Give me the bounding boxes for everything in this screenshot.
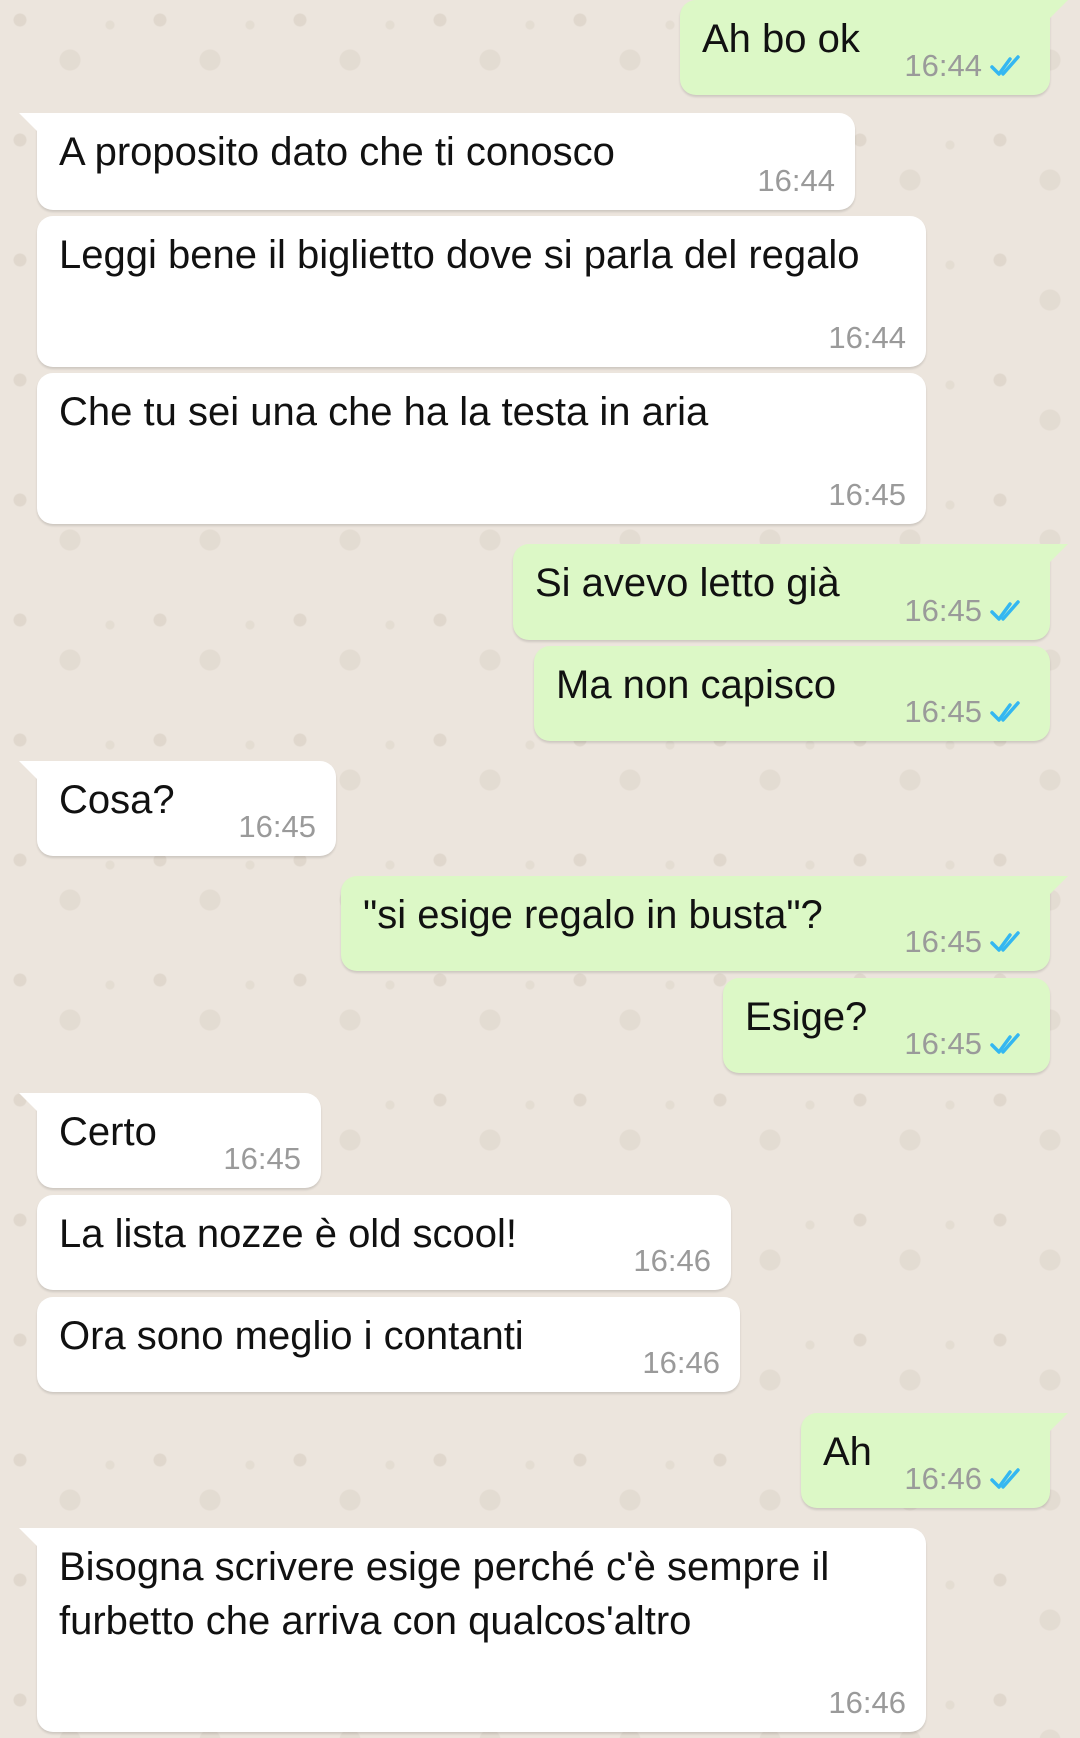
message-bubble-outgoing[interactable]: "si esige regalo in busta"? 16:45	[341, 876, 1068, 971]
message-bubble-incoming[interactable]: Certo 16:45	[19, 1093, 321, 1188]
message-time: 16:46	[633, 1243, 711, 1278]
message-time: 16:46	[904, 1461, 982, 1496]
message-text: Che tu sei una che ha la testa in aria	[59, 390, 709, 434]
message-bubble-outgoing[interactable]: Ah 16:46	[801, 1413, 1068, 1508]
message-time: 16:45	[828, 477, 906, 512]
read-ticks-icon	[990, 600, 1020, 621]
message-bubble-incoming[interactable]: Ora sono meglio i contanti 16:46	[37, 1297, 740, 1392]
read-ticks-icon	[990, 701, 1020, 722]
message-time: 16:45	[904, 694, 982, 729]
read-ticks-icon	[990, 1468, 1020, 1489]
message-time: 16:45	[238, 809, 316, 844]
message-time: 16:44	[757, 163, 835, 198]
message-bubble-incoming[interactable]: Che tu sei una che ha la testa in aria 1…	[37, 373, 926, 524]
message-meta: 16:45	[238, 810, 316, 844]
message-bubble-outgoing[interactable]: Esige? 16:45	[723, 978, 1050, 1073]
message-text: La lista nozze è old scool!	[59, 1212, 518, 1256]
message-time: 16:45	[904, 593, 982, 628]
message-time: 16:45	[904, 924, 982, 959]
read-ticks-icon	[990, 931, 1020, 952]
message-meta: 16:44	[828, 321, 906, 355]
message-meta: 16:46	[642, 1346, 720, 1380]
message-meta: 16:46	[633, 1244, 711, 1278]
message-meta: 16:44	[904, 49, 1030, 83]
message-meta: 16:44	[757, 164, 835, 198]
message-meta: 16:45	[904, 1027, 1030, 1061]
message-meta: 16:45	[904, 695, 1030, 729]
message-meta: 16:45	[904, 925, 1030, 959]
message-meta: 16:45	[828, 478, 906, 512]
message-bubble-outgoing[interactable]: Ma non capisco 16:45	[534, 646, 1050, 741]
read-ticks-icon	[990, 1033, 1020, 1054]
message-meta: 16:45	[904, 594, 1030, 628]
message-text: Bisogna scrivere esige perché c'è sempre…	[59, 1545, 841, 1643]
message-text: Leggi bene il biglietto dove si parla de…	[59, 233, 860, 277]
message-meta: 16:46	[828, 1686, 906, 1720]
message-time: 16:44	[904, 48, 982, 83]
message-bubble-outgoing[interactable]: Ah bo ok 16:44	[680, 0, 1068, 95]
message-time: 16:45	[904, 1026, 982, 1061]
message-time: 16:46	[828, 1685, 906, 1720]
message-bubble-incoming[interactable]: Cosa? 16:45	[19, 761, 336, 856]
message-meta: 16:45	[223, 1142, 301, 1176]
message-time: 16:44	[828, 320, 906, 355]
chat-background: Ah bo ok 16:44 A proposito dato che ti c…	[0, 0, 1080, 1738]
message-bubble-incoming[interactable]: A proposito dato che ti conosco 16:44	[19, 113, 855, 210]
message-time: 16:45	[223, 1141, 301, 1176]
message-bubble-outgoing[interactable]: Si avevo letto già 16:45	[513, 544, 1068, 640]
message-meta: 16:46	[904, 1462, 1030, 1496]
read-ticks-icon	[990, 55, 1020, 76]
message-text: Ora sono meglio i contanti	[59, 1314, 524, 1358]
message-bubble-incoming[interactable]: La lista nozze è old scool! 16:46	[37, 1195, 731, 1290]
message-time: 16:46	[642, 1345, 720, 1380]
message-text: A proposito dato che ti conosco	[59, 130, 615, 174]
message-bubble-incoming[interactable]: Leggi bene il biglietto dove si parla de…	[37, 216, 926, 367]
message-bubble-incoming[interactable]: Bisogna scrivere esige perché c'è sempre…	[19, 1528, 926, 1732]
